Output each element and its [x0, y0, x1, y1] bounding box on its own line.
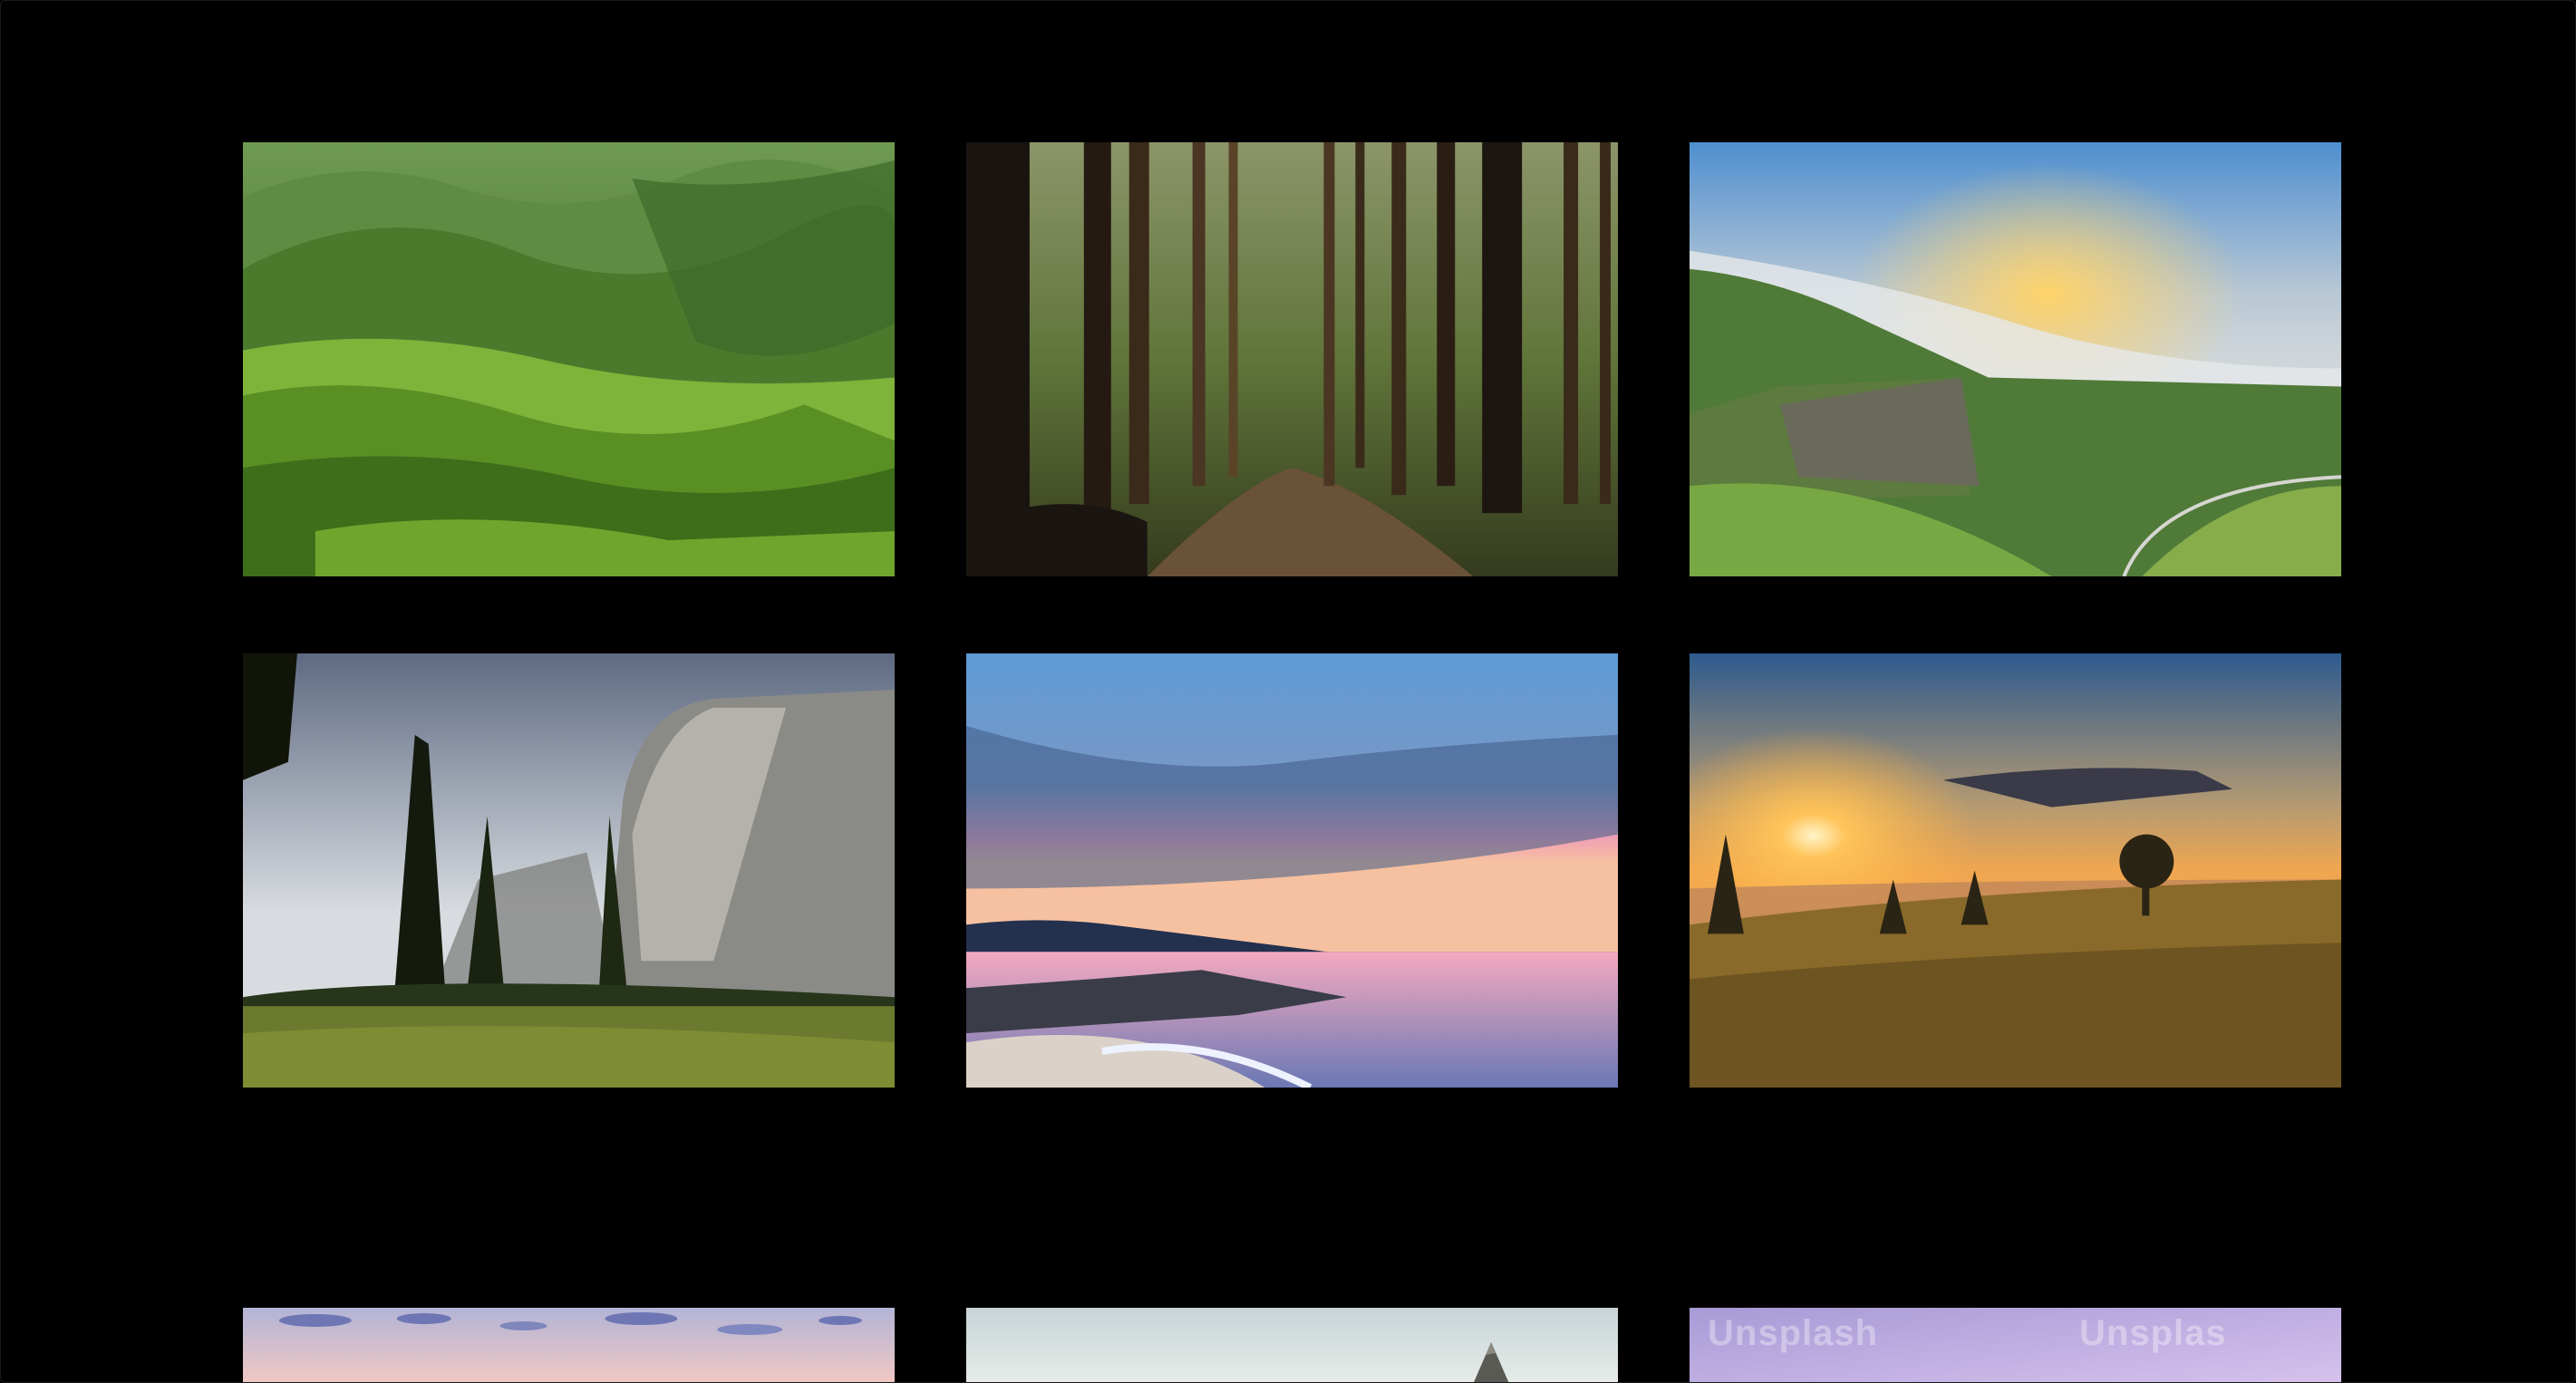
- photo-cliff-valley-sunrise[interactable]: [1690, 142, 2341, 576]
- photo-pink-sunset-beach[interactable]: [966, 653, 1618, 1088]
- watermark-left: Unsplash: [1708, 1313, 1879, 1353]
- photo-green-rolling-hills[interactable]: [243, 142, 895, 576]
- watermark-right: Unsplas: [2079, 1313, 2227, 1353]
- photo-granite-cliff-meadow[interactable]: [243, 653, 895, 1088]
- photo-misty-sunrise-hill[interactable]: [1690, 653, 2341, 1088]
- photo-pastel-sky[interactable]: [243, 1308, 895, 1382]
- photo-grid: Unsplash Unsplas: [1, 1, 2575, 1382]
- photo-pale-sky-pyramid[interactable]: [966, 1308, 1618, 1382]
- photo-forest-path[interactable]: [966, 142, 1618, 576]
- app-window: Unsplash Unsplas: [0, 0, 2576, 1383]
- photo-purple-sky[interactable]: Unsplash Unsplas: [1690, 1308, 2341, 1382]
